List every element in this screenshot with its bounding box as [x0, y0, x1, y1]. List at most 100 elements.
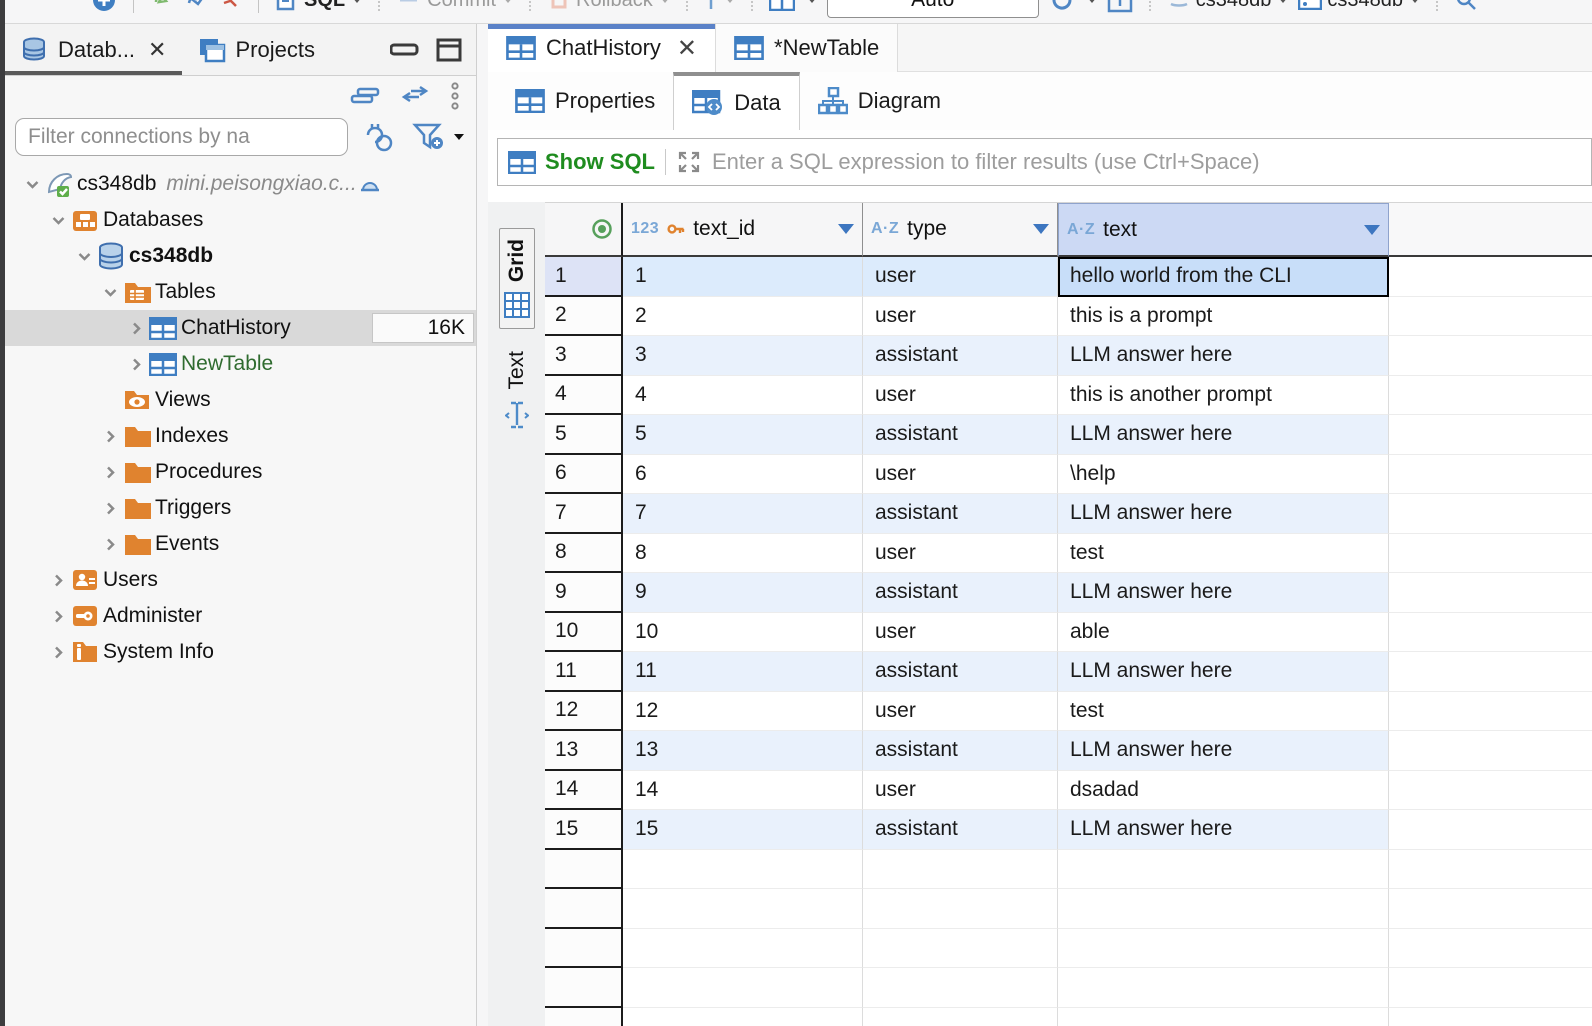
close-icon[interactable]: ✕: [148, 37, 166, 63]
reconnect-icon[interactable]: [184, 0, 208, 12]
cell-type[interactable]: user: [863, 771, 1058, 811]
tab-newtable[interactable]: *NewTable: [716, 24, 898, 72]
sidebar-item-connection[interactable]: cs348db mini.peisongxiao.c...: [5, 166, 476, 202]
row-number[interactable]: 3: [545, 336, 623, 376]
sql-filter-input[interactable]: [712, 149, 1581, 175]
sidebar-item-chathistory[interactable]: ChatHistory 16K: [5, 310, 476, 346]
cell-text[interactable]: LLM answer here: [1058, 731, 1389, 771]
connect-icon[interactable]: [150, 0, 174, 12]
cell-text[interactable]: \help: [1058, 455, 1389, 495]
rollback-button[interactable]: Rollback: [547, 0, 670, 12]
cell-text-id[interactable]: 14: [623, 771, 863, 811]
chevron-right-icon[interactable]: [97, 537, 123, 552]
chevron-right-icon[interactable]: [97, 501, 123, 516]
column-dropdown-icon[interactable]: [838, 224, 854, 234]
chevron-right-icon[interactable]: [97, 429, 123, 444]
tab-properties[interactable]: Properties: [497, 72, 673, 130]
connect-plug-icon[interactable]: [362, 121, 398, 153]
connection-filter-input[interactable]: [15, 118, 348, 156]
row-number[interactable]: 14: [545, 771, 623, 811]
cell-type[interactable]: user: [863, 376, 1058, 416]
chevron-right-icon[interactable]: [123, 321, 149, 336]
link-with-editor-icon[interactable]: [400, 85, 430, 107]
cell-text-id[interactable]: 4: [623, 376, 863, 416]
cell-text[interactable]: LLM answer here: [1058, 810, 1389, 850]
search-icon[interactable]: [1454, 0, 1478, 12]
row-number[interactable]: 9: [545, 573, 623, 613]
cell-text[interactable]: LLM answer here: [1058, 652, 1389, 692]
sidebar-item-events[interactable]: Events: [5, 526, 476, 562]
column-dropdown-icon[interactable]: [1364, 225, 1380, 235]
chevron-down-icon[interactable]: [71, 249, 97, 264]
cell-text[interactable]: LLM answer here: [1058, 573, 1389, 613]
close-icon[interactable]: ✕: [677, 34, 697, 63]
cell-text-id[interactable]: 10: [623, 613, 863, 653]
sidebar-item-indexes[interactable]: Indexes: [5, 418, 476, 454]
row-number[interactable]: 4: [545, 376, 623, 416]
chevron-down-icon[interactable]: [45, 213, 71, 228]
chevron-right-icon[interactable]: [45, 609, 71, 624]
cell-text[interactable]: test: [1058, 692, 1389, 732]
cell-text-id[interactable]: 8: [623, 534, 863, 574]
cell-type[interactable]: assistant: [863, 652, 1058, 692]
cell-text[interactable]: LLM answer here: [1058, 336, 1389, 376]
sidebar-item-databases[interactable]: Databases: [5, 202, 476, 238]
chevron-right-icon[interactable]: [45, 645, 71, 660]
filter-funnel-button[interactable]: [412, 121, 464, 153]
column-header-type[interactable]: A·Z type: [863, 203, 1058, 257]
tab-diagram[interactable]: Diagram: [800, 72, 959, 130]
chevron-right-icon[interactable]: [45, 573, 71, 588]
tab-projects[interactable]: Projects: [182, 24, 330, 75]
cell-text-id[interactable]: 9: [623, 573, 863, 613]
cell-type[interactable]: assistant: [863, 494, 1058, 534]
expand-filter-icon[interactable]: [676, 149, 702, 175]
cell-text-id[interactable]: 11: [623, 652, 863, 692]
cell-text[interactable]: LLM answer here: [1058, 415, 1389, 455]
sidebar-item-database-cs348db[interactable]: cs348db: [5, 238, 476, 274]
cell-text-id[interactable]: 3: [623, 336, 863, 376]
cell-type[interactable]: user: [863, 534, 1058, 574]
sql-editor-button[interactable]: SQL: [275, 0, 362, 12]
maximize-icon[interactable]: [436, 38, 462, 62]
auto-commit-select[interactable]: Auto: [827, 0, 1039, 18]
cell-type[interactable]: user: [863, 297, 1058, 337]
new-connection-icon[interactable]: [91, 0, 117, 13]
column-dropdown-icon[interactable]: [1033, 224, 1049, 234]
cell-text-id[interactable]: 2: [623, 297, 863, 337]
cell-text[interactable]: able: [1058, 613, 1389, 653]
cell-text[interactable]: dsadad: [1058, 771, 1389, 811]
chevron-down-icon[interactable]: [19, 177, 45, 192]
sidebar-item-newtable[interactable]: NewTable: [5, 346, 476, 382]
tab-chathistory[interactable]: ChatHistory ✕: [488, 24, 716, 72]
cell-text[interactable]: this is another prompt: [1058, 376, 1389, 416]
row-number[interactable]: 13: [545, 731, 623, 771]
cell-type[interactable]: assistant: [863, 731, 1058, 771]
overflow-menu-icon[interactable]: [450, 82, 460, 110]
column-header-text[interactable]: A·Z text: [1058, 203, 1389, 257]
sidebar-item-administer[interactable]: Administer: [5, 598, 476, 634]
sidebar-item-tables[interactable]: Tables: [5, 274, 476, 310]
tab-grid-view[interactable]: Grid: [499, 228, 535, 329]
cell-type[interactable]: assistant: [863, 810, 1058, 850]
disconnect-icon[interactable]: [218, 0, 242, 12]
row-number[interactable]: 8: [545, 534, 623, 574]
cell-text-id[interactable]: 6: [623, 455, 863, 495]
row-number[interactable]: 7: [545, 494, 623, 534]
cell-text-id[interactable]: 12: [623, 692, 863, 732]
row-number[interactable]: 1: [545, 257, 623, 297]
cell-type[interactable]: user: [863, 455, 1058, 495]
cell-type[interactable]: user: [863, 692, 1058, 732]
cell-text-id[interactable]: 5: [623, 415, 863, 455]
grid-corner-cell[interactable]: [545, 203, 623, 257]
commit-button[interactable]: Commit: [396, 0, 513, 12]
transaction-log-button[interactable]: [704, 0, 735, 11]
fetch-grid-icon[interactable]: [769, 0, 795, 11]
row-number[interactable]: 2: [545, 297, 623, 337]
active-connection-select[interactable]: cs348db: [1167, 0, 1289, 12]
cell-type[interactable]: assistant: [863, 336, 1058, 376]
chevron-right-icon[interactable]: [123, 357, 149, 372]
cell-text-id[interactable]: 1: [623, 257, 863, 297]
sidebar-item-system-info[interactable]: System Info: [5, 634, 476, 670]
refresh-icon[interactable]: [1049, 0, 1075, 13]
cell-type[interactable]: assistant: [863, 573, 1058, 613]
